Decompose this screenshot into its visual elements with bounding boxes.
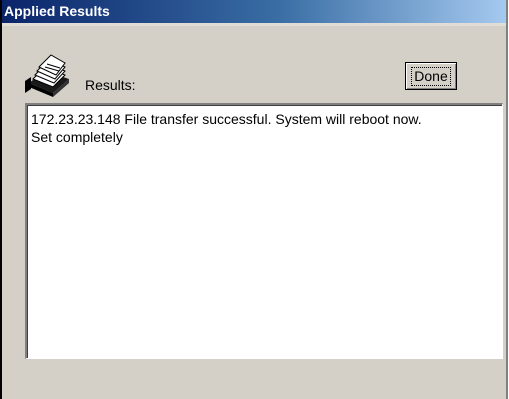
- results-text-area[interactable]: 172.23.23.148 File transfer successful. …: [25, 103, 503, 359]
- result-line: Set completely: [31, 129, 123, 145]
- done-button[interactable]: Done: [405, 62, 457, 90]
- title-bar[interactable]: Applied Results: [2, 0, 508, 26]
- card-file-icon: [25, 54, 69, 97]
- window-title: Applied Results: [4, 3, 110, 19]
- result-line: 172.23.23.148 File transfer successful. …: [31, 111, 422, 127]
- window-right-edge: [506, 0, 508, 399]
- done-button-label: Done: [411, 66, 451, 86]
- results-label: Results:: [85, 77, 136, 93]
- applied-results-window: Applied Results Results: Done 172.23.23.…: [0, 0, 508, 399]
